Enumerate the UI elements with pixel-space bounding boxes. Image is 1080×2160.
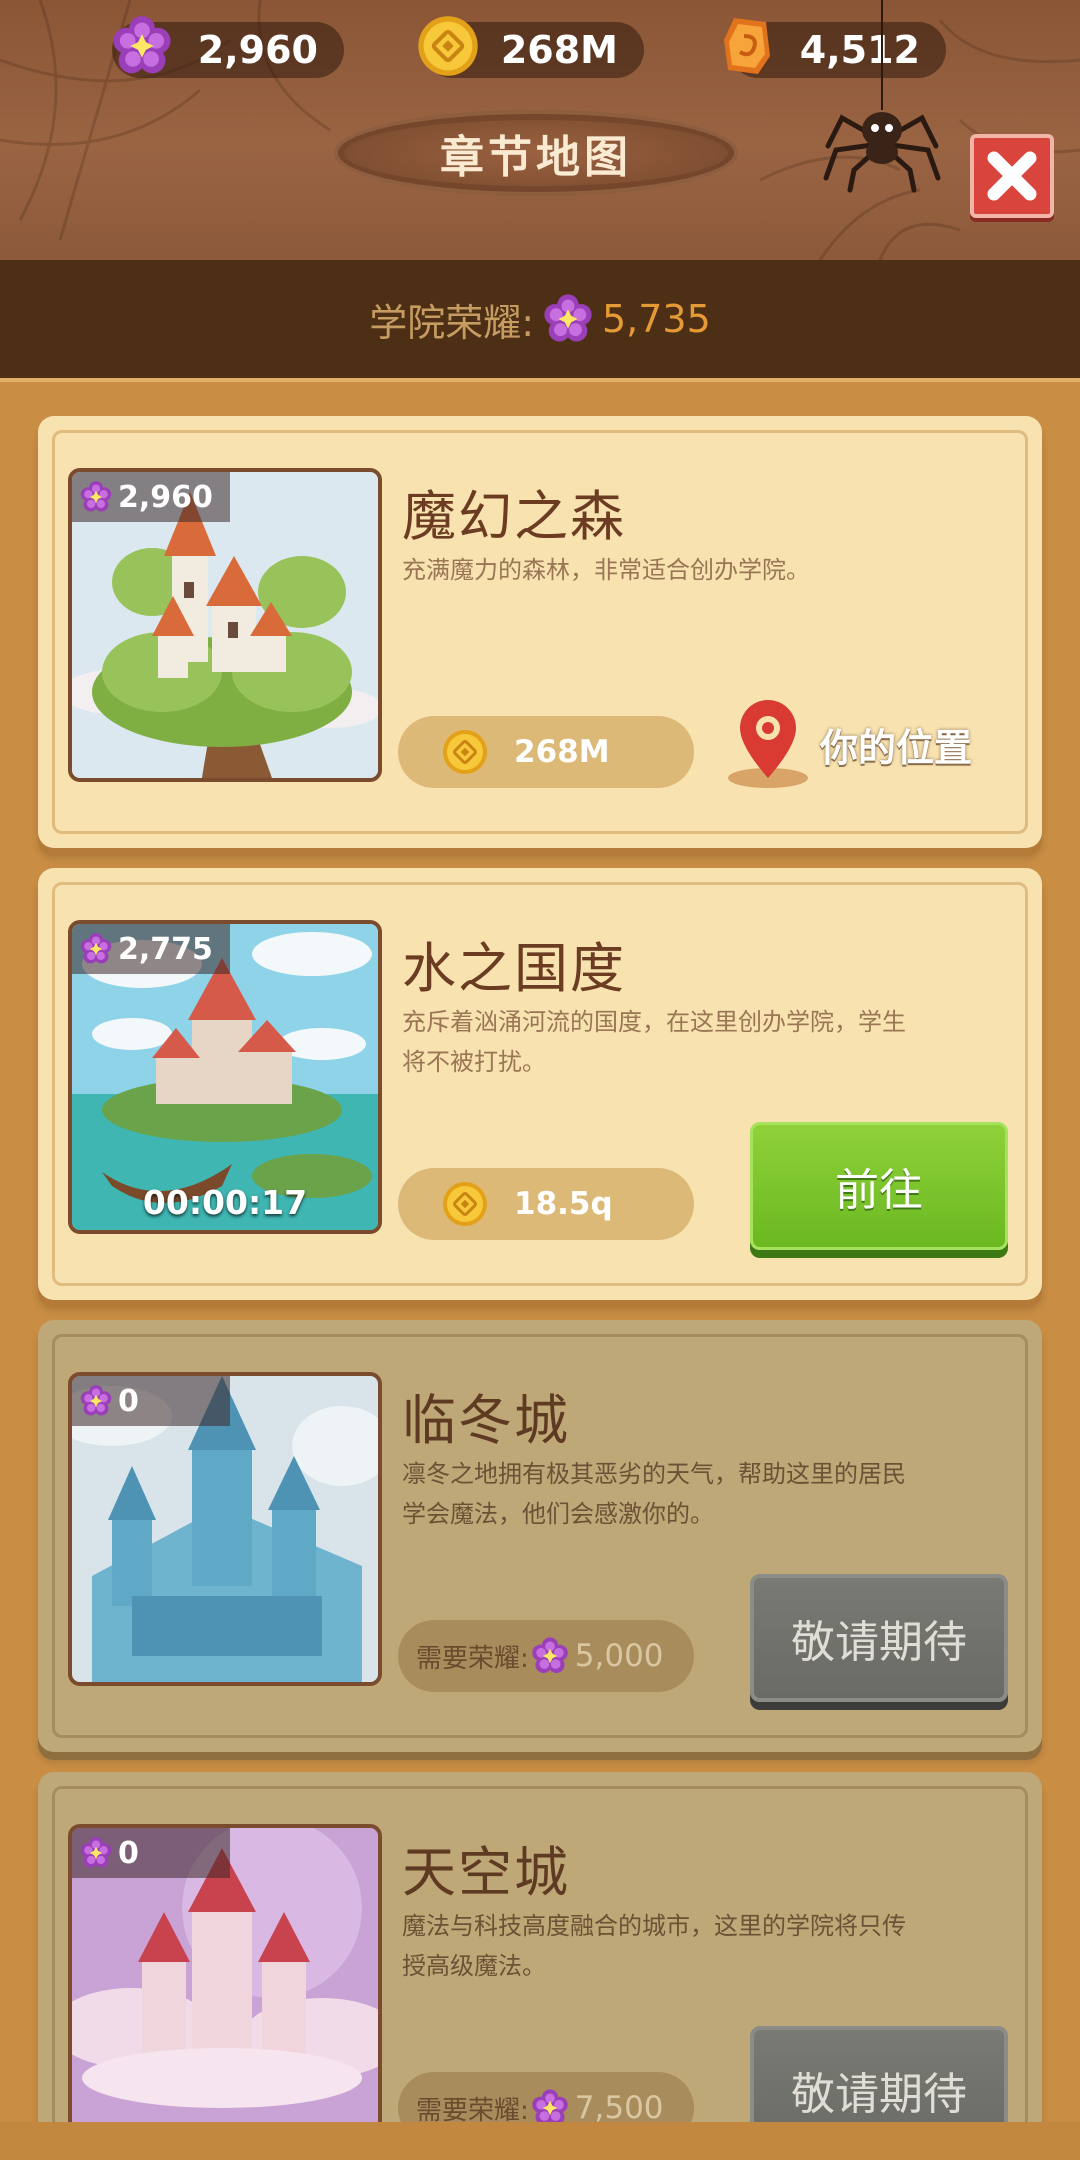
requirement-label: 需要荣耀:: [416, 1643, 529, 1674]
bottom-frame: [0, 2122, 1080, 2160]
requirement-value: 7,500: [574, 2090, 664, 2126]
close-icon: [987, 151, 1037, 201]
coins-value: 268M: [500, 28, 618, 72]
purple-flower-icon: [531, 1637, 568, 1673]
orange-rune-icon: [724, 18, 770, 74]
top-header: 2,960 268M 4,512 章节地图: [0, 0, 1080, 260]
your-location-marker: 你的位置: [726, 698, 972, 790]
location-label: 你的位置: [820, 725, 973, 770]
countdown-timer: 00:00:17: [142, 1183, 308, 1222]
academy-glory-bar: 学院荣耀: 5,735: [0, 260, 1080, 378]
chapter-description: 魔法与科技高度融合的城市，这里的学院将只传授高级魔法。: [402, 1912, 906, 1980]
chapter-card-winterfell: 0 临冬城 凛冬之地拥有极其恶劣的天气，帮助这里的居民学会魔法，他们会感激你的。…: [38, 1320, 1042, 1752]
title-plate: 章节地图: [334, 110, 738, 196]
chapter-glory-badge: 0: [72, 1376, 230, 1426]
badge-value: 0: [118, 1383, 139, 1419]
purple-flower-icon: [80, 1385, 112, 1416]
chapter-title: 魔幻之森: [402, 485, 626, 548]
chapter-glory-badge: 0: [72, 1828, 230, 1878]
chapter-cost: 268M: [398, 716, 694, 788]
coming-soon-button[interactable]: 敬请期待: [750, 1574, 1008, 1702]
gold-coin-icon: [414, 12, 482, 80]
gold-coin-icon: [441, 1180, 489, 1228]
chapter-description: 凛冬之地拥有极其恶劣的天气，帮助这里的居民学会魔法，他们会感激你的。: [402, 1460, 906, 1528]
cost-value: 18.5q: [514, 1186, 613, 1222]
chapter-thumbnail: 0: [68, 1824, 382, 2138]
page-title: 章节地图: [440, 132, 632, 183]
chapter-card-sky-city: 0 天空城 魔法与科技高度融合的城市，这里的学院将只传授高级魔法。 需要荣耀: …: [38, 1772, 1042, 2160]
requirement-label: 需要荣耀:: [416, 2095, 529, 2126]
chapter-thumbnail: 2,775 00:00:17: [68, 920, 382, 1234]
chapter-description: 充斥着汹涌河流的国度，在这里创办学院，学生将不被打扰。: [402, 1008, 906, 1076]
purple-flower-icon: [80, 933, 112, 964]
requirement-value: 5,000: [574, 1638, 664, 1674]
chapter-thumbnail: 2,960: [68, 468, 382, 782]
gold-coin-icon: [441, 728, 489, 776]
badge-value: 2,960: [118, 479, 213, 515]
purple-flower-icon: [113, 16, 171, 74]
glory-value: 5,735: [602, 297, 711, 341]
chapter-title: 天空城: [402, 1841, 570, 1904]
spider-decoration: [823, 0, 941, 193]
glory-label: 学院荣耀:: [369, 300, 534, 345]
go-button[interactable]: 前往: [750, 1122, 1008, 1250]
purple-flower-icon: [80, 1837, 112, 1868]
purple-flower-icon: [544, 294, 592, 342]
chapter-title: 水之国度: [402, 937, 626, 1000]
chapter-card-water-kingdom: 2,775 00:00:17 水之国度 充斥着汹涌河流的国度，在这里创办学院，学…: [38, 868, 1042, 1300]
badge-value: 2,775: [118, 931, 213, 967]
chapter-glory-badge: 2,960: [72, 472, 230, 522]
chapter-list[interactable]: 2,960 魔幻之森 充满魔力的森林，非常适合创办学院。 268M 你的位置 2…: [0, 382, 1080, 2160]
glory-requirement: 需要荣耀: 5,000: [398, 1620, 694, 1692]
location-pin-icon: [728, 700, 808, 788]
chapter-title: 临冬城: [402, 1389, 570, 1452]
gems-value: 2,960: [197, 28, 318, 72]
close-button[interactable]: [970, 134, 1054, 218]
purple-flower-icon: [80, 481, 112, 512]
badge-value: 0: [118, 1835, 139, 1871]
chapter-glory-badge: 2,775: [72, 924, 230, 974]
chapter-card-magic-forest: 2,960 魔幻之森 充满魔力的森林，非常适合创办学院。 268M 你的位置: [38, 416, 1042, 848]
chapter-cost: 18.5q: [398, 1168, 694, 1240]
chapter-thumbnail: 0: [68, 1372, 382, 1686]
cost-value: 268M: [514, 734, 610, 770]
chapter-description: 充满魔力的森林，非常适合创办学院。: [402, 556, 810, 584]
